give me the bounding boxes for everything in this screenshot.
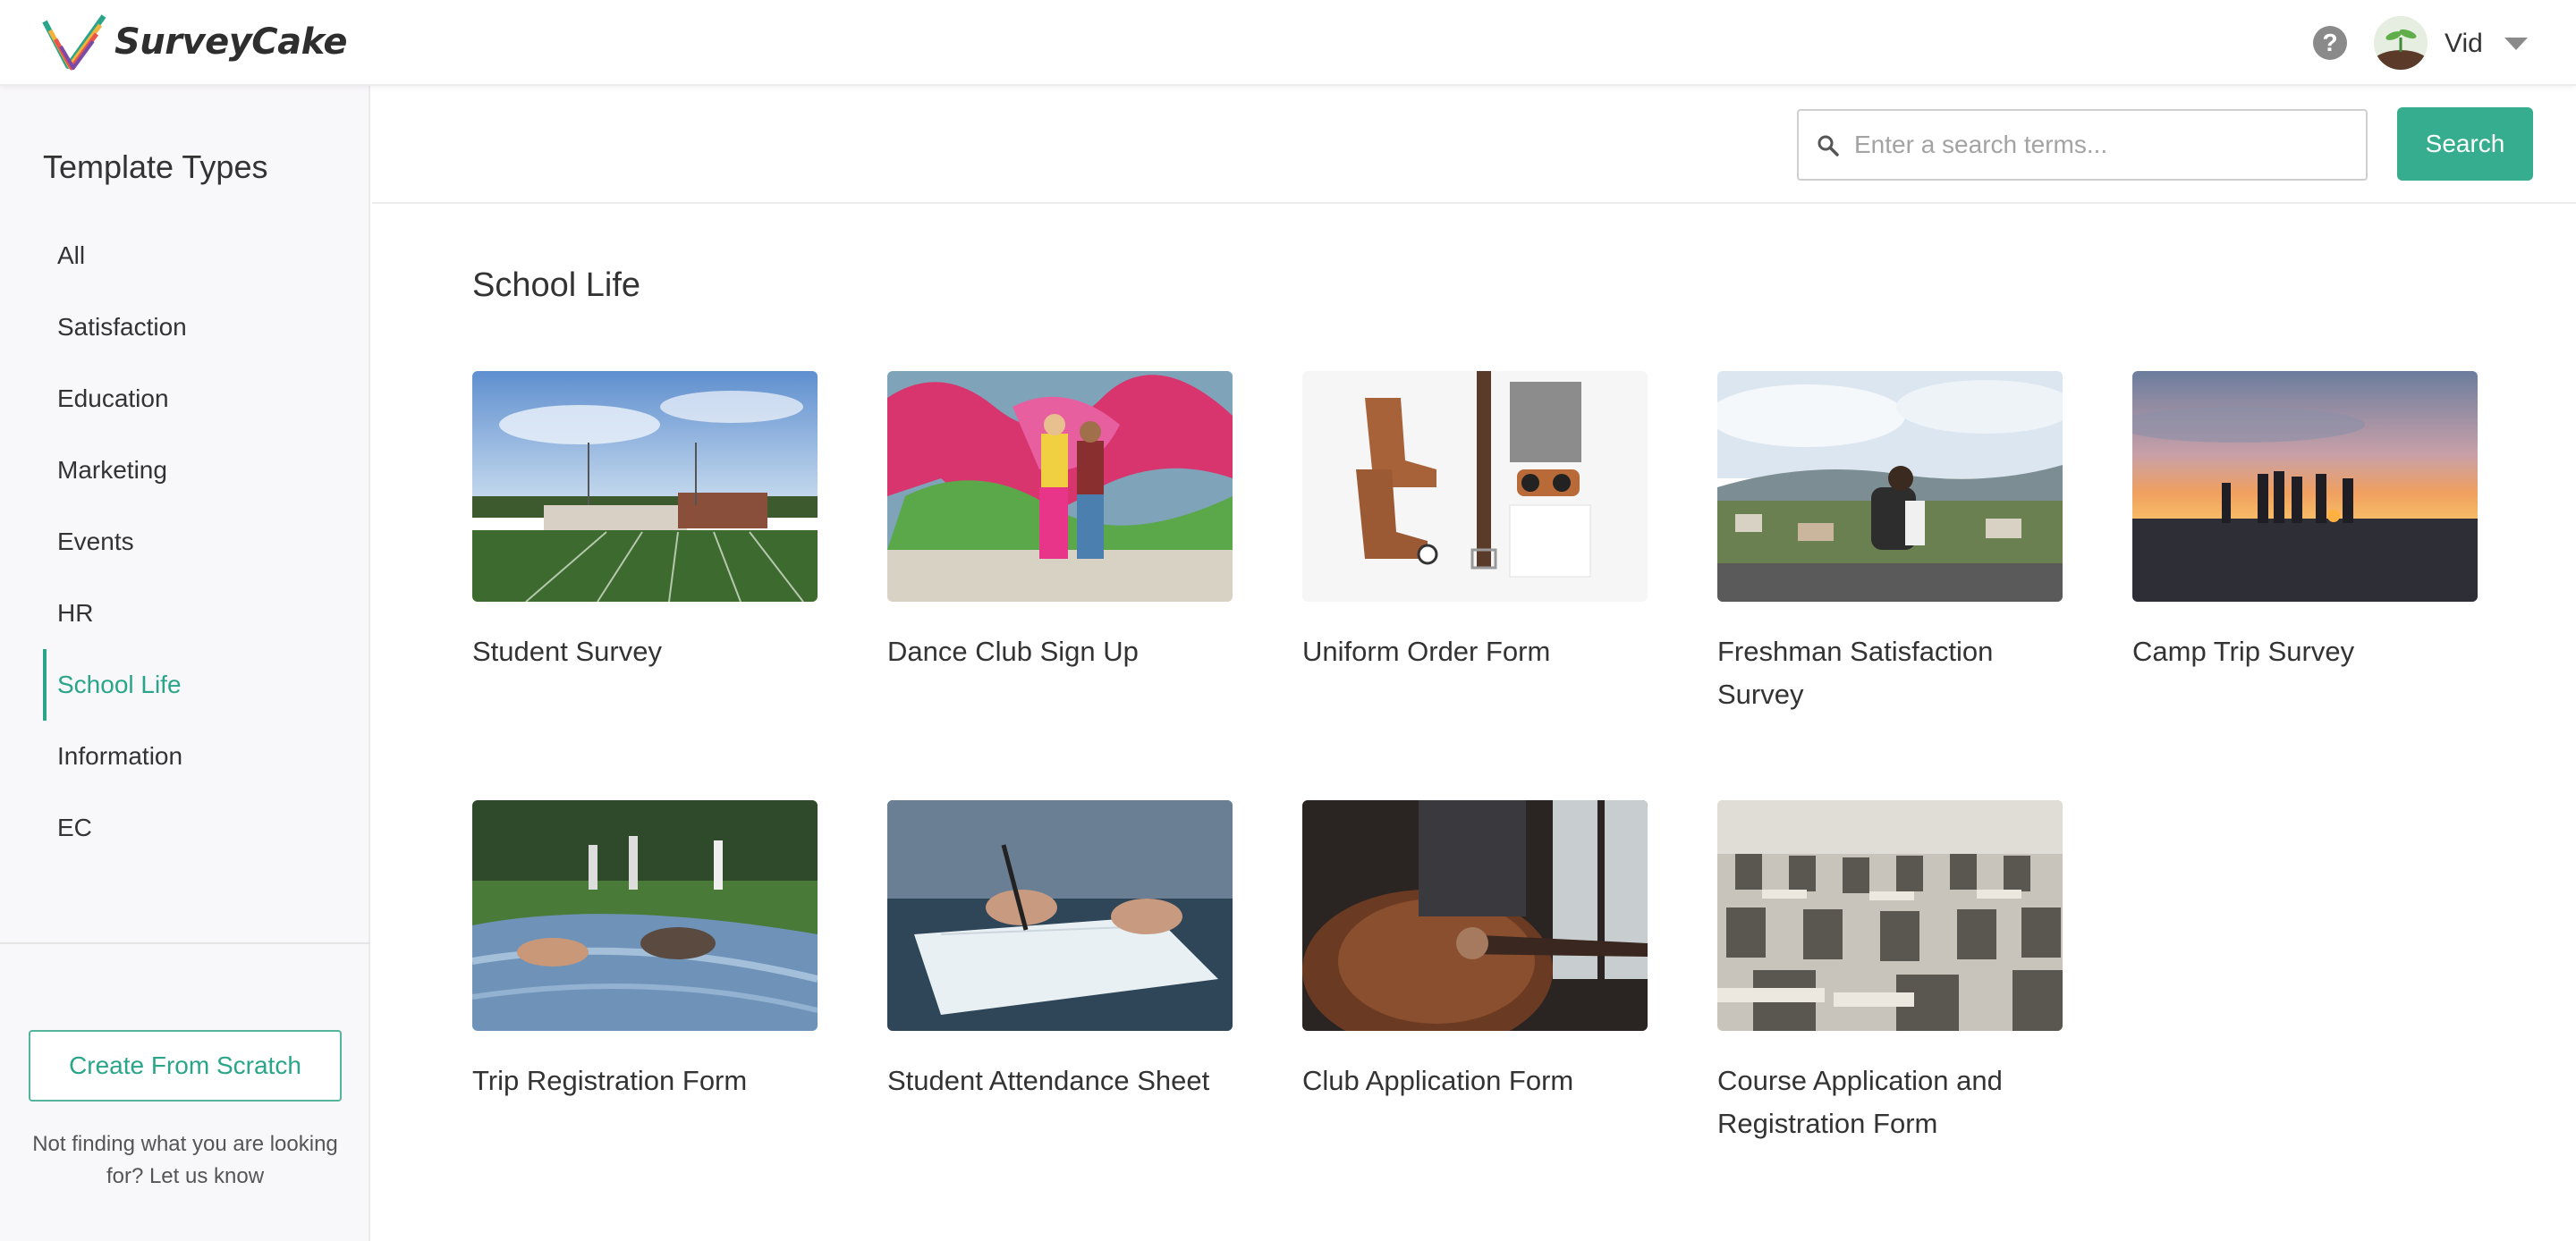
water-slide-image-icon	[472, 800, 818, 1031]
avatar-plant-icon	[2374, 16, 2428, 70]
template-title[interactable]: Student Survey	[472, 630, 818, 673]
template-thumbnail[interactable]	[2132, 371, 2478, 602]
sidebar-item-satisfaction[interactable]: Satisfaction	[43, 291, 347, 363]
feedback-link[interactable]: Not finding what you are looking for? Le…	[21, 1128, 349, 1193]
sidebar-item-education[interactable]: Education	[43, 363, 347, 435]
template-thumbnail[interactable]	[472, 800, 818, 1031]
brand-logo[interactable]: SurveyCake	[41, 13, 347, 72]
template-thumbnail[interactable]	[472, 371, 818, 602]
template-title[interactable]: Freshman Satisfaction Survey	[1717, 630, 2063, 716]
template-thumbnail[interactable]	[1717, 371, 2063, 602]
template-title[interactable]: Trip Registration Form	[472, 1059, 818, 1102]
template-card-dance-club[interactable]: Dance Club Sign Up	[887, 371, 1233, 673]
sidebar-item-ec[interactable]: EC	[43, 792, 347, 864]
search-box	[1797, 109, 2368, 181]
sidebar: Template Types All Satisfaction Educatio…	[0, 86, 370, 1241]
graffiti-dancers-image-icon	[887, 371, 1233, 602]
sidebar-item-hr[interactable]: HR	[43, 578, 347, 649]
template-title[interactable]: Dance Club Sign Up	[887, 630, 1233, 673]
uniform-flatlay-image-icon	[1302, 371, 1648, 602]
search-bar: Search	[372, 86, 2576, 204]
user-name[interactable]: Vid	[2445, 29, 2483, 59]
sunset-campfire-image-icon	[2132, 371, 2478, 602]
template-thumbnail[interactable]	[1717, 800, 2063, 1031]
template-card-club-application[interactable]: Club Application Form	[1302, 800, 1648, 1102]
template-card-course-application[interactable]: Course Application and Registration Form	[1717, 800, 2063, 1145]
section-title: School Life	[472, 266, 641, 304]
template-card-trip-registration[interactable]: Trip Registration Form	[472, 800, 818, 1102]
template-card-camp-trip[interactable]: Camp Trip Survey	[2132, 371, 2478, 673]
surveycake-logo-icon	[42, 14, 106, 71]
template-title[interactable]: Club Application Form	[1302, 1059, 1648, 1102]
search-input[interactable]	[1854, 122, 2355, 168]
template-thumbnail[interactable]	[887, 371, 1233, 602]
template-title[interactable]: Uniform Order Form	[1302, 630, 1648, 673]
create-from-scratch-button[interactable]: Create From Scratch	[29, 1030, 342, 1102]
sidebar-item-events[interactable]: Events	[43, 506, 347, 578]
stadium-image-icon	[472, 371, 818, 602]
avatar[interactable]	[2374, 16, 2428, 70]
chevron-down-icon[interactable]	[2504, 38, 2528, 50]
search-icon	[1818, 135, 1839, 156]
template-card-student-survey[interactable]: Student Survey	[472, 371, 818, 673]
city-view-image-icon	[1717, 371, 2063, 602]
template-card-freshman-satisfaction[interactable]: Freshman Satisfaction Survey	[1717, 371, 2063, 716]
brand-name: SurveyCake	[114, 21, 347, 63]
template-card-attendance-sheet[interactable]: Student Attendance Sheet	[887, 800, 1233, 1102]
search-button[interactable]: Search	[2397, 107, 2533, 181]
sidebar-divider	[0, 942, 370, 944]
guitar-player-image-icon	[1302, 800, 1648, 1031]
classroom-desks-image-icon	[1717, 800, 2063, 1031]
top-bar: SurveyCake ? Vid	[0, 0, 2576, 86]
sidebar-nav: All Satisfaction Education Marketing Eve…	[43, 220, 347, 864]
template-card-uniform-order[interactable]: Uniform Order Form	[1302, 371, 1648, 673]
template-title[interactable]: Course Application and Registration Form	[1717, 1059, 2063, 1145]
template-thumbnail[interactable]	[1302, 800, 1648, 1031]
sidebar-item-all[interactable]: All	[43, 220, 347, 291]
sidebar-item-marketing[interactable]: Marketing	[43, 435, 347, 506]
sidebar-item-information[interactable]: Information	[43, 721, 347, 792]
template-thumbnail[interactable]	[1302, 371, 1648, 602]
sidebar-title: Template Types	[43, 148, 268, 185]
writing-paper-image-icon	[887, 800, 1233, 1031]
template-title[interactable]: Student Attendance Sheet	[887, 1059, 1233, 1102]
help-icon[interactable]: ?	[2313, 26, 2347, 60]
template-thumbnail[interactable]	[887, 800, 1233, 1031]
sidebar-item-school-life[interactable]: School Life	[43, 649, 347, 721]
template-title[interactable]: Camp Trip Survey	[2132, 630, 2478, 673]
